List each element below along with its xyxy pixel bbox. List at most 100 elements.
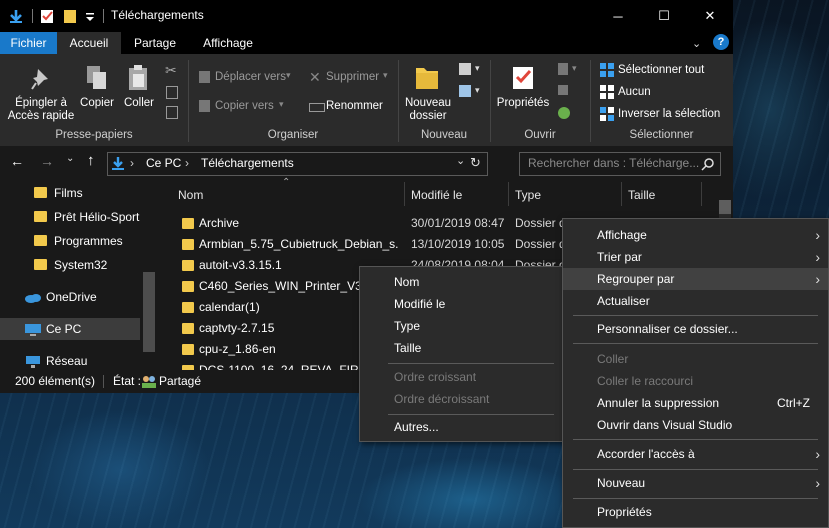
nav-item-label: Réseau [46, 354, 88, 368]
file-name: Armbian_5.75_Cubietruck_Debian_s... [199, 237, 399, 251]
new-folder-line2: dossier [409, 110, 447, 122]
menu-item-label: Accorder l'accès à [597, 447, 695, 461]
nav-item-films[interactable]: Films [24, 182, 144, 204]
nav-item-this-pc[interactable]: Ce PC [0, 318, 140, 340]
column-divider[interactable] [404, 182, 405, 206]
menu-paste[interactable]: Coller [563, 348, 828, 370]
status-divider [103, 375, 104, 388]
copy-to-icon [199, 100, 210, 112]
new-folder-qa-icon[interactable] [63, 8, 77, 24]
copy-path-icon[interactable] [166, 86, 178, 99]
forward-arrow-icon[interactable]: → [40, 153, 54, 169]
pin-quick-access-button[interactable]: Épingler à Accès rapide [4, 97, 78, 123]
recent-locations-chevron-icon[interactable]: ⌄ [66, 153, 74, 164]
column-header-modified[interactable]: Modifié le [411, 184, 462, 206]
new-folder-button[interactable]: Nouveau dossier [402, 97, 454, 123]
submenu-arrow-icon: › [815, 475, 820, 491]
nav-item-pret-helio-sport[interactable]: Prêt Hélio-Sport [24, 206, 144, 228]
tab-share[interactable]: Partage [121, 32, 189, 54]
copy-button[interactable]: Copier [76, 97, 118, 110]
nav-item-system32[interactable]: System32 [24, 254, 144, 276]
nav-item-programmes[interactable]: Programmes [24, 230, 144, 252]
menu-undo-delete[interactable]: Annuler la suppression Ctrl+Z [563, 392, 828, 414]
back-arrow-icon[interactable]: ← [10, 153, 24, 169]
breadcrumb-this-pc[interactable]: Ce PC [146, 156, 181, 170]
scrollbar-thumb[interactable] [719, 200, 731, 214]
sort-by-modified[interactable]: Modifié le [360, 293, 565, 315]
column-header-type[interactable]: Type [515, 184, 541, 206]
refresh-icon[interactable]: ↻ [470, 155, 481, 171]
menu-view[interactable]: Affichage › [563, 224, 828, 246]
paste-shortcut-icon[interactable] [166, 106, 178, 119]
menu-item-label: Ordre croissant [394, 370, 477, 384]
sort-descending[interactable]: Ordre décroissant [360, 388, 565, 410]
minimize-button[interactable]: ─ [595, 0, 641, 32]
folder-icon [34, 211, 47, 222]
menu-customize-folder[interactable]: Personnaliser ce dossier... [563, 318, 828, 340]
menu-shortcut: Ctrl+Z [777, 396, 810, 410]
menu-sort-by[interactable]: Trier par › [563, 246, 828, 268]
state-label: État : [113, 374, 142, 388]
menu-paste-shortcut[interactable]: Coller le raccourci [563, 370, 828, 392]
help-icon[interactable]: ? [713, 34, 729, 50]
select-none-button[interactable]: Aucun [618, 86, 651, 99]
rename-button[interactable]: Renommer [326, 100, 383, 113]
folder-icon [182, 323, 194, 334]
sort-by-type[interactable]: Type [360, 315, 565, 337]
sort-by-size[interactable]: Taille [360, 337, 565, 359]
ribbon-collapse-chevron-icon[interactable]: ⌄ [692, 37, 701, 50]
sort-more[interactable]: Autres... [360, 416, 565, 438]
history-icon[interactable] [558, 107, 570, 119]
menu-open-visual-studio[interactable]: Ouvrir dans Visual Studio [563, 414, 828, 436]
tab-file[interactable]: Fichier [0, 32, 57, 54]
rename-icon [309, 103, 325, 112]
navigation-scrollbar[interactable] [143, 272, 155, 352]
column-header-size[interactable]: Taille [628, 184, 655, 206]
sort-by-name[interactable]: Nom [360, 271, 565, 293]
menu-group-by[interactable]: Regrouper par › [563, 268, 828, 290]
customize-qa-chevron-icon[interactable] [85, 8, 95, 24]
edit-icon[interactable] [558, 85, 568, 95]
menu-refresh[interactable]: Actualiser [563, 290, 828, 312]
maximize-button[interactable]: ☐ [641, 0, 687, 32]
menu-separator [573, 469, 818, 470]
folder-icon [34, 235, 47, 246]
open-icon[interactable] [558, 63, 568, 75]
sort-ascending[interactable]: Ordre croissant [360, 366, 565, 388]
menu-item-label: Taille [394, 341, 422, 355]
nav-item-onedrive[interactable]: OneDrive [0, 286, 140, 308]
properties-button[interactable]: Propriétés [494, 97, 552, 110]
address-box[interactable]: › Ce PC › Téléchargements ⌄ ↻ [107, 152, 488, 176]
cut-icon[interactable]: ✂ [165, 62, 177, 79]
breadcrumb-downloads[interactable]: Téléchargements [201, 156, 294, 170]
close-button[interactable]: ✕ [687, 0, 733, 32]
paste-button[interactable]: Coller [118, 97, 160, 110]
copy-to-button[interactable]: Copier vers [215, 100, 274, 113]
search-icon[interactable] [701, 157, 715, 171]
explorer-arrow-icon[interactable] [8, 8, 24, 24]
tab-view[interactable]: Affichage [189, 32, 267, 54]
easy-access-icon[interactable] [459, 85, 471, 97]
nav-item-network[interactable]: Réseau [0, 350, 140, 372]
menu-properties[interactable]: Propriétés [563, 501, 828, 523]
properties-check-icon[interactable] [39, 8, 55, 24]
item-count: 200 élément(s) [15, 374, 96, 388]
tab-home[interactable]: Accueil [57, 32, 121, 54]
column-divider[interactable] [508, 182, 509, 206]
new-item-icon[interactable] [459, 63, 471, 75]
menu-give-access[interactable]: Accorder l'accès à › [563, 443, 828, 465]
column-header-name[interactable]: Nom [178, 184, 203, 206]
column-divider[interactable] [701, 182, 702, 206]
submenu-arrow-icon: › [815, 249, 820, 265]
address-dropdown-chevron-icon[interactable]: ⌄ [456, 154, 465, 167]
column-divider[interactable] [621, 182, 622, 206]
search-input[interactable]: Rechercher dans : Télécharge... [519, 152, 721, 176]
select-all-button[interactable]: Sélectionner tout [618, 64, 704, 77]
move-to-button[interactable]: Déplacer vers [215, 71, 286, 84]
invert-selection-button[interactable]: Inverser la sélection [618, 108, 720, 121]
menu-separator [388, 363, 554, 364]
up-arrow-icon[interactable]: ↑ [87, 152, 95, 169]
menu-separator [573, 343, 818, 344]
menu-new[interactable]: Nouveau › [563, 472, 828, 494]
delete-button[interactable]: Supprimer [326, 71, 379, 84]
